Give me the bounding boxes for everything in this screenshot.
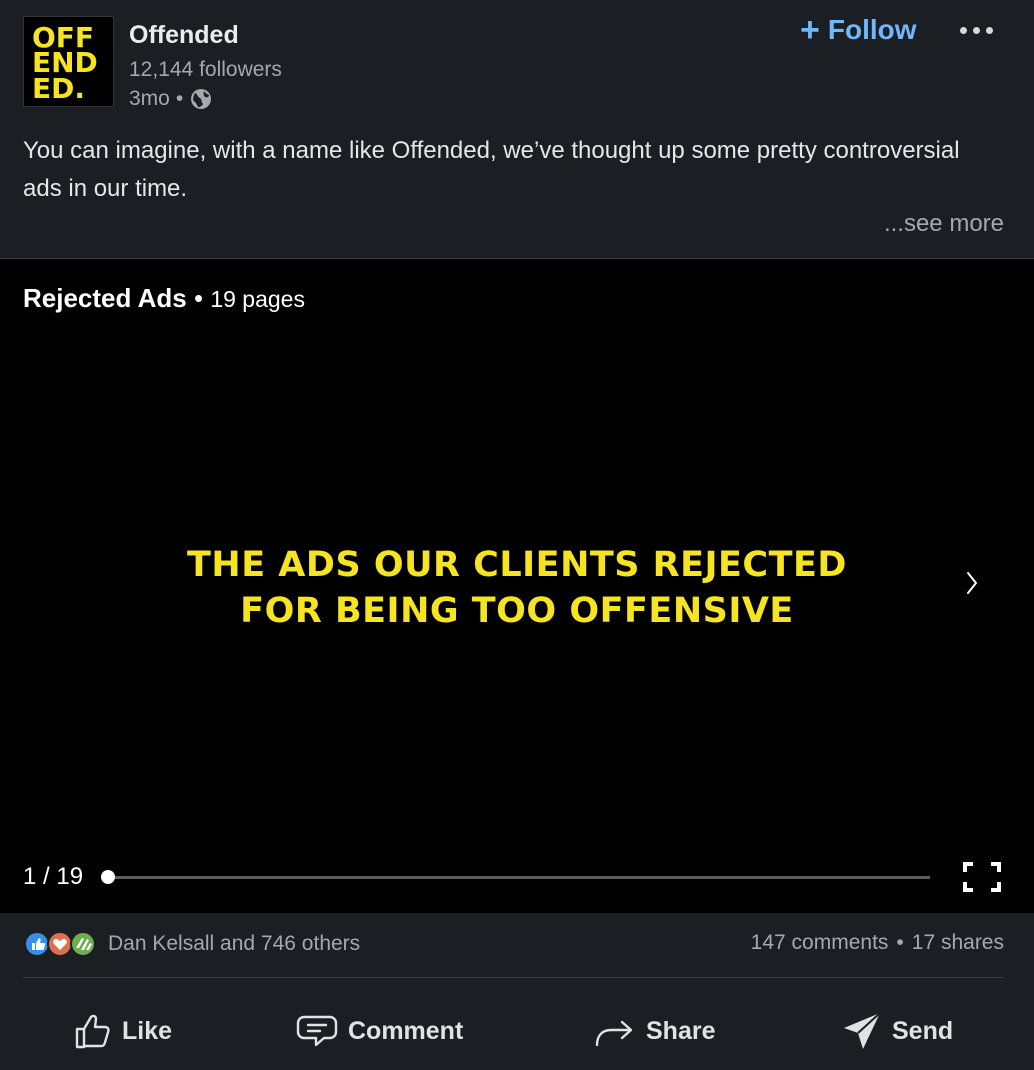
page-indicator: 1 / 19 [23, 863, 84, 890]
offended-logo-icon: OFF END ED. [24, 17, 113, 106]
counts-separator: • [896, 931, 904, 954]
document-title-bar: Rejected Ads • 19 pages [23, 283, 305, 314]
document-viewer[interactable]: Rejected Ads • 19 pages THE ADS OUR CLIE… [0, 258, 1034, 913]
comment-icon [296, 1015, 338, 1047]
love-icon [47, 931, 73, 957]
next-page-button[interactable] [960, 565, 984, 601]
document-page-total: 19 pages [210, 286, 305, 312]
send-label: Send [892, 1016, 954, 1045]
meta-separator: • [175, 87, 184, 110]
follow-button[interactable]: + Follow [800, 11, 917, 49]
post-body-text: You can imagine, with a name like Offend… [23, 137, 960, 202]
title-separator: • [186, 283, 211, 313]
share-button[interactable]: Share [594, 1000, 715, 1062]
share-label: Share [646, 1016, 716, 1045]
comments-count[interactable]: 147 comments [751, 931, 889, 955]
ellipsis-icon-dot [986, 26, 993, 34]
thumbs-up-icon [75, 1014, 110, 1049]
actions-divider [23, 977, 1004, 978]
like-label: Like [122, 1016, 173, 1045]
ellipsis-icon-dot [973, 26, 980, 34]
support-icon [70, 931, 96, 957]
reactions-text[interactable]: Dan Kelsall and 746 others [108, 932, 360, 956]
reaction-icons [24, 931, 96, 957]
company-logo[interactable]: OFF END ED. [23, 16, 114, 107]
plus-icon: + [800, 11, 820, 49]
chevron-right-icon [967, 572, 977, 594]
share-arrow-icon [595, 1020, 633, 1047]
page-progress-slider[interactable] [101, 870, 930, 884]
post-meta: 3mo • [129, 87, 213, 111]
comment-label: Comment [348, 1016, 464, 1045]
globe-icon [189, 87, 213, 111]
feed-post: OFF END ED. Offended 12,144 followers 3m… [0, 0, 1034, 1070]
send-button[interactable]: Send [842, 1000, 953, 1062]
slide-line-2: FOR BEING TOO OFFENSIVE [240, 591, 794, 631]
author-name[interactable]: Offended [129, 21, 239, 50]
follower-count: 12,144 followers [129, 58, 282, 81]
follow-label: Follow [827, 14, 917, 45]
progress-handle[interactable] [101, 870, 115, 884]
fullscreen-icon [963, 862, 1001, 892]
see-more-link[interactable]: ...see more [884, 210, 1004, 238]
slide-content: THE ADS OUR CLIENTS REJECTED FOR BEING T… [0, 542, 1034, 634]
slide-line-1: THE ADS OUR CLIENTS REJECTED [187, 545, 847, 585]
post-time: 3mo [129, 87, 170, 110]
post-action-bar: Like Comment Share Send [0, 1000, 1034, 1062]
like-button[interactable]: Like [74, 1000, 172, 1062]
more-options-button[interactable] [960, 18, 1004, 42]
like-icon [24, 931, 50, 957]
document-title: Rejected Ads [23, 283, 187, 313]
reactions-summary[interactable]: Dan Kelsall and 746 others [24, 930, 360, 958]
ellipsis-icon-dot [960, 26, 967, 34]
send-icon [844, 1012, 881, 1049]
logo-line-3: ED. [32, 72, 85, 105]
engagement-counts: 147 comments • 17 shares [751, 931, 1004, 955]
comment-button[interactable]: Comment [296, 1000, 463, 1062]
fullscreen-button[interactable] [963, 862, 1001, 892]
shares-count[interactable]: 17 shares [912, 931, 1004, 955]
